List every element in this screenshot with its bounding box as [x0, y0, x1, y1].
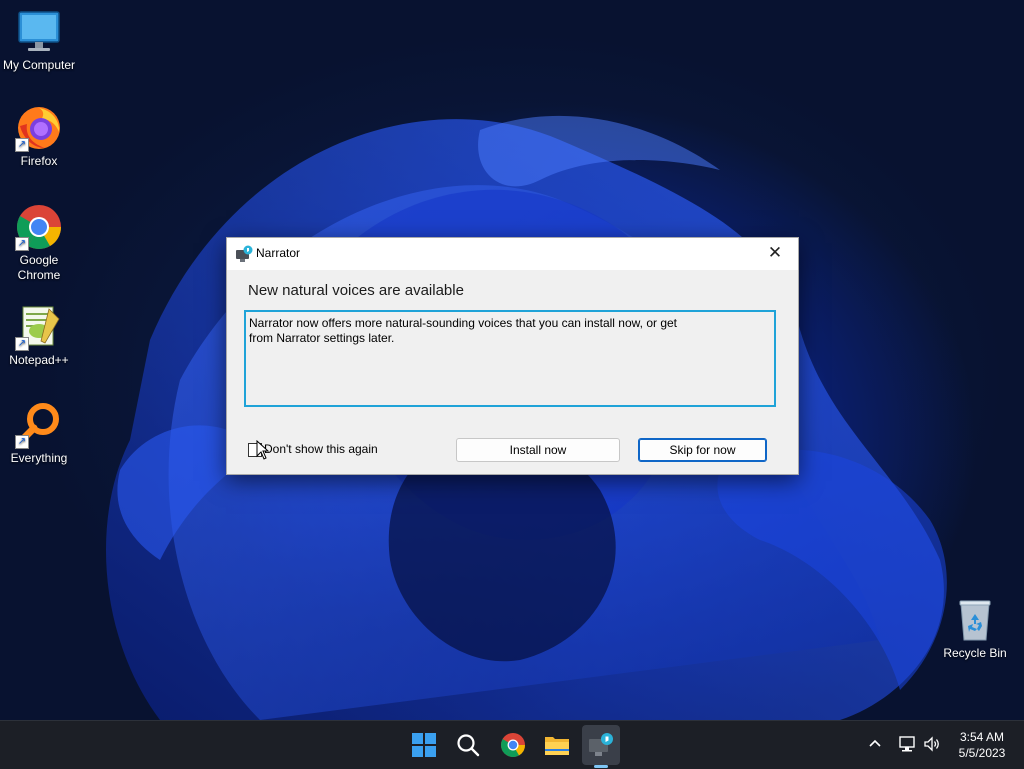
mouse-cursor-icon [256, 439, 270, 460]
network-icon[interactable] [897, 734, 917, 759]
shortcut-arrow-icon: ↗ [15, 237, 29, 251]
windows-start-icon[interactable] [408, 729, 440, 761]
chrome-icon: ↗ [15, 203, 63, 251]
message-text: Narrator now offers more natural-soundin… [249, 316, 678, 345]
firefox-icon: ↗ [15, 104, 63, 152]
desktop-icon-label: My Computer [2, 58, 76, 72]
chevron-up-icon [869, 739, 881, 747]
install-now-button[interactable]: Install now [456, 438, 620, 462]
narrator-icon[interactable] [585, 729, 617, 761]
everything-search-icon: ↗ [15, 401, 63, 449]
desktop-icon-everything[interactable]: ↗ Everything [0, 401, 78, 466]
message-box: Narrator now offers more natural-soundin… [244, 310, 776, 407]
recycle-bin-icon [951, 596, 999, 644]
dialog-title: Narrator [256, 246, 301, 260]
system-clock[interactable]: 3:54 AM 5/5/2023 [950, 729, 1014, 761]
desktop-icon-recycle-bin[interactable]: Recycle Bin [936, 596, 1014, 661]
desktop-icon-label: Notepad++ [9, 353, 69, 367]
narrator-icon [235, 245, 253, 263]
monitor-icon [15, 8, 63, 56]
close-icon: ✕ [767, 243, 783, 262]
notepad-plus-plus-icon: ↗ [15, 303, 63, 351]
skip-for-now-button[interactable]: Skip for now [638, 438, 767, 462]
dialog-titlebar[interactable]: Narrator ✕ [227, 238, 798, 270]
clock-time: 3:54 AM [959, 730, 1005, 744]
desktop-icon-firefox[interactable]: ↗ Firefox [0, 104, 78, 169]
shortcut-arrow-icon: ↗ [15, 435, 29, 449]
taskbar: 3:54 AM 5/5/2023 [0, 720, 1024, 769]
desktop-icon-google-chrome[interactable]: ↗ Google Chrome [0, 203, 78, 283]
show-hidden-icons-button[interactable] [866, 735, 884, 758]
shortcut-arrow-icon: ↗ [15, 337, 29, 351]
file-explorer-icon[interactable] [541, 729, 573, 761]
desktop-icon-label: Google Chrome [17, 253, 61, 282]
narrator-dialog: Narrator ✕ New natural voices are availa… [226, 237, 799, 475]
search-icon[interactable] [452, 729, 484, 761]
desktop-icon-notepad-plus-plus[interactable]: ↗ Notepad++ [0, 303, 78, 368]
desktop-icon-my-computer[interactable]: My Computer [0, 8, 78, 73]
dont-show-again-label[interactable]: Don't show this again [264, 442, 378, 456]
volume-icon[interactable] [922, 734, 942, 759]
desktop-icon-label: Everything [10, 451, 68, 465]
desktop-icon-label: Recycle Bin [943, 646, 1007, 660]
close-button[interactable]: ✕ [752, 238, 798, 269]
chrome-icon[interactable] [497, 729, 529, 761]
clock-date: 5/5/2023 [958, 746, 1006, 760]
desktop-icon-label: Firefox [20, 154, 58, 168]
dialog-heading: New natural voices are available [248, 282, 464, 299]
shortcut-arrow-icon: ↗ [15, 138, 29, 152]
